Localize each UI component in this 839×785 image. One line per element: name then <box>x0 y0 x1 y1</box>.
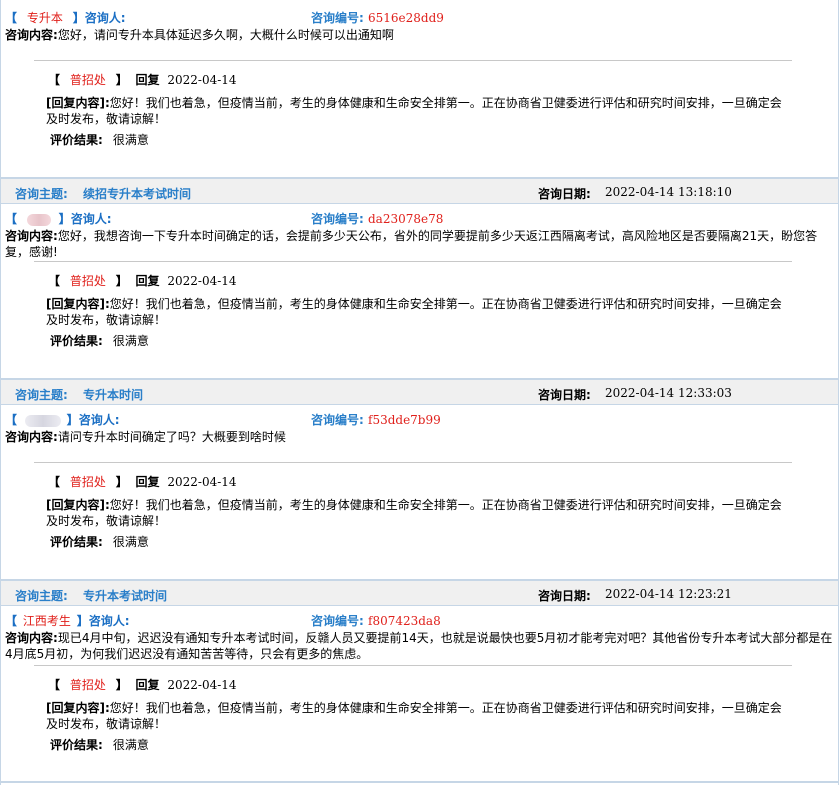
evaluation-label: 评价结果: <box>50 535 103 549</box>
question-text: 现已4月中旬，迟迟没有通知专升本考试时间，反赣人员又要提前14天，也就是说最快也… <box>5 631 833 661</box>
consult-id: 咨询编号: f53dde7b99 <box>311 413 441 427</box>
reply-label: 回复 <box>135 678 160 692</box>
bracket-close: 】 <box>115 73 128 87</box>
question: 咨询内容:您好，请问专升本具体延迟多久啊，大概什么时候可以出通知啊 <box>5 27 833 43</box>
reply-label: 回复 <box>135 475 160 489</box>
bracket-close: 】 <box>115 274 128 288</box>
evaluation-label: 评价结果: <box>50 738 103 752</box>
reply-content: [回复内容]:您好！我们也着急，但疫情当前，考生的身体健康和生命安全排第一。正在… <box>46 95 790 127</box>
reply-content-label: [回复内容]: <box>46 96 110 110</box>
bracket-open: 【 <box>48 274 61 288</box>
consultation-entry: 咨询主题: 专升本考试时间 咨询日期: 2022-04-14 12:23:21 … <box>1 579 838 785</box>
question-text: 请问专升本时间确定了吗？大概要到啥时候 <box>57 430 286 444</box>
consult-id-row: 咨询编号: 6516e28dd9 <box>1 9 838 25</box>
date-label: 咨询日期: <box>538 388 591 402</box>
question-label: 咨询内容: <box>5 631 58 645</box>
consult-id-value: 6516e28dd9 <box>368 11 444 25</box>
reply-date: 2022-04-14 <box>167 73 237 87</box>
consultation-entry: 咨询主题: 续招专升本考试时间 咨询日期: 2022-04-14 13:18:1… <box>1 177 838 379</box>
consultation-list: 【 专升本 】咨询人: 咨询编号: 6516e28dd9 咨询内容:您好，请问专… <box>0 0 839 785</box>
evaluation-label: 评价结果: <box>50 334 103 348</box>
date-value: 2022-04-14 12:33:03 <box>605 386 732 400</box>
date-value: 2022-04-14 12:23:21 <box>605 587 732 601</box>
question-label: 咨询内容: <box>5 28 58 42</box>
topic-text[interactable]: 专升本考试时间 <box>83 587 167 604</box>
reply-date: 2022-04-14 <box>167 274 237 288</box>
reply-department: 普招处 <box>69 73 106 87</box>
question-label: 咨询内容: <box>5 229 58 243</box>
evaluation-value: 很满意 <box>112 334 149 348</box>
reply-header: 【 普招处 】 回复 2022-04-14 <box>48 71 237 88</box>
date-value: 2022-04-14 13:18:10 <box>605 185 732 199</box>
reply-box: 【 普招处 】 回复 2022-04-14 [回复内容]:您好！我们也着急，但疫… <box>34 60 792 171</box>
topic-label: 咨询主题: <box>15 589 68 603</box>
evaluation: 评价结果: 很满意 <box>50 332 149 349</box>
consult-id-value: f53dde7b99 <box>368 413 441 427</box>
reply-content: [回复内容]:您好！我们也着急，但疫情当前，考生的身体健康和生命安全排第一。正在… <box>46 296 790 328</box>
evaluation: 评价结果: 很满意 <box>50 533 149 550</box>
evaluation-value: 很满意 <box>112 738 149 752</box>
bracket-open: 【 <box>48 678 61 692</box>
consult-id-row: 咨询编号: f53dde7b99 <box>1 411 838 427</box>
topic-label: 咨询主题: <box>15 388 68 402</box>
reply-department: 普招处 <box>69 678 106 692</box>
question-text: 您好，请问专升本具体延迟多久啊，大概什么时候可以出通知啊 <box>57 28 394 42</box>
reply-content: [回复内容]:您好！我们也着急，但疫情当前，考生的身体健康和生命安全排第一。正在… <box>46 497 790 529</box>
reply-content: [回复内容]:您好！我们也着急，但疫情当前，考生的身体健康和生命安全排第一。正在… <box>46 700 790 732</box>
consult-id-value: f807423da8 <box>368 614 441 628</box>
evaluation-label: 评价结果: <box>50 133 103 147</box>
consult-id-row: 咨询编号: f807423da8 <box>1 612 838 628</box>
reply-content-label: [回复内容]: <box>46 498 110 512</box>
topic-text[interactable]: 续招专升本考试时间 <box>83 185 191 202</box>
reply-text: 您好！我们也着急，但疫情当前，考生的身体健康和生命安全排第一。正在协商省卫健委进… <box>46 701 782 731</box>
reply-label: 回复 <box>135 73 160 87</box>
reply-date: 2022-04-14 <box>167 678 237 692</box>
date-label: 咨询日期: <box>538 187 591 201</box>
question: 咨询内容:请问专升本时间确定了吗？大概要到啥时候 <box>5 429 833 445</box>
consult-id: 咨询编号: 6516e28dd9 <box>311 11 444 25</box>
bottom-divider <box>1 781 838 783</box>
reply-label: 回复 <box>135 274 160 288</box>
consult-id-value: da23078e78 <box>368 212 444 226</box>
question: 咨询内容:现已4月中旬，迟迟没有通知专升本考试时间，反赣人员又要提前14天，也就… <box>5 630 833 662</box>
reply-header: 【 普招处 】 回复 2022-04-14 <box>48 272 237 289</box>
reply-department: 普招处 <box>69 274 106 288</box>
reply-header: 【 普招处 】 回复 2022-04-14 <box>48 473 237 490</box>
reply-department: 普招处 <box>69 475 106 489</box>
consult-id: 咨询编号: da23078e78 <box>311 212 444 226</box>
question: 咨询内容:您好，我想咨询一下专升本时间确定的话，会提前多少天公布，省外的同学要提… <box>5 228 833 260</box>
bracket-close: 】 <box>115 475 128 489</box>
topic-bar: 咨询主题: 续招专升本考试时间 咨询日期: 2022-04-14 13:18:1… <box>1 177 838 204</box>
consult-id-row: 咨询编号: da23078e78 <box>1 210 838 226</box>
reply-date: 2022-04-14 <box>167 475 237 489</box>
reply-box: 【 普招处 】 回复 2022-04-14 [回复内容]:您好！我们也着急，但疫… <box>34 462 792 573</box>
evaluation: 评价结果: 很满意 <box>50 131 149 148</box>
reply-header: 【 普招处 】 回复 2022-04-14 <box>48 676 237 693</box>
topic-bar: 咨询主题: 专升本考试时间 咨询日期: 2022-04-14 12:23:21 <box>1 579 838 606</box>
reply-box: 【 普招处 】 回复 2022-04-14 [回复内容]:您好！我们也着急，但疫… <box>34 665 792 778</box>
bracket-open: 【 <box>48 73 61 87</box>
consult-id: 咨询编号: f807423da8 <box>311 614 441 628</box>
reply-content-label: [回复内容]: <box>46 701 110 715</box>
question-text: 您好，我想咨询一下专升本时间确定的话，会提前多少天公布，省外的同学要提前多少天返… <box>5 229 818 259</box>
reply-box: 【 普招处 】 回复 2022-04-14 [回复内容]:您好！我们也着急，但疫… <box>34 261 792 372</box>
reply-text: 您好！我们也着急，但疫情当前，考生的身体健康和生命安全排第一。正在协商省卫健委进… <box>46 96 782 126</box>
topic-label: 咨询主题: <box>15 187 68 201</box>
consultation-entry: 咨询主题: 专升本时间 咨询日期: 2022-04-14 12:33:03 【 … <box>1 378 838 580</box>
evaluation: 评价结果: 很满意 <box>50 736 149 753</box>
bracket-open: 【 <box>48 475 61 489</box>
reply-text: 您好！我们也着急，但疫情当前，考生的身体健康和生命安全排第一。正在协商省卫健委进… <box>46 498 782 528</box>
reply-text: 您好！我们也着急，但疫情当前，考生的身体健康和生命安全排第一。正在协商省卫健委进… <box>46 297 782 327</box>
question-label: 咨询内容: <box>5 430 58 444</box>
date-label: 咨询日期: <box>538 589 591 603</box>
evaluation-value: 很满意 <box>112 535 149 549</box>
bracket-close: 】 <box>115 678 128 692</box>
consultation-entry: 【 专升本 】咨询人: 咨询编号: 6516e28dd9 咨询内容:您好，请问专… <box>1 0 838 178</box>
evaluation-value: 很满意 <box>112 133 149 147</box>
topic-text[interactable]: 专升本时间 <box>83 386 143 403</box>
reply-content-label: [回复内容]: <box>46 297 110 311</box>
topic-bar: 咨询主题: 专升本时间 咨询日期: 2022-04-14 12:33:03 <box>1 378 838 405</box>
